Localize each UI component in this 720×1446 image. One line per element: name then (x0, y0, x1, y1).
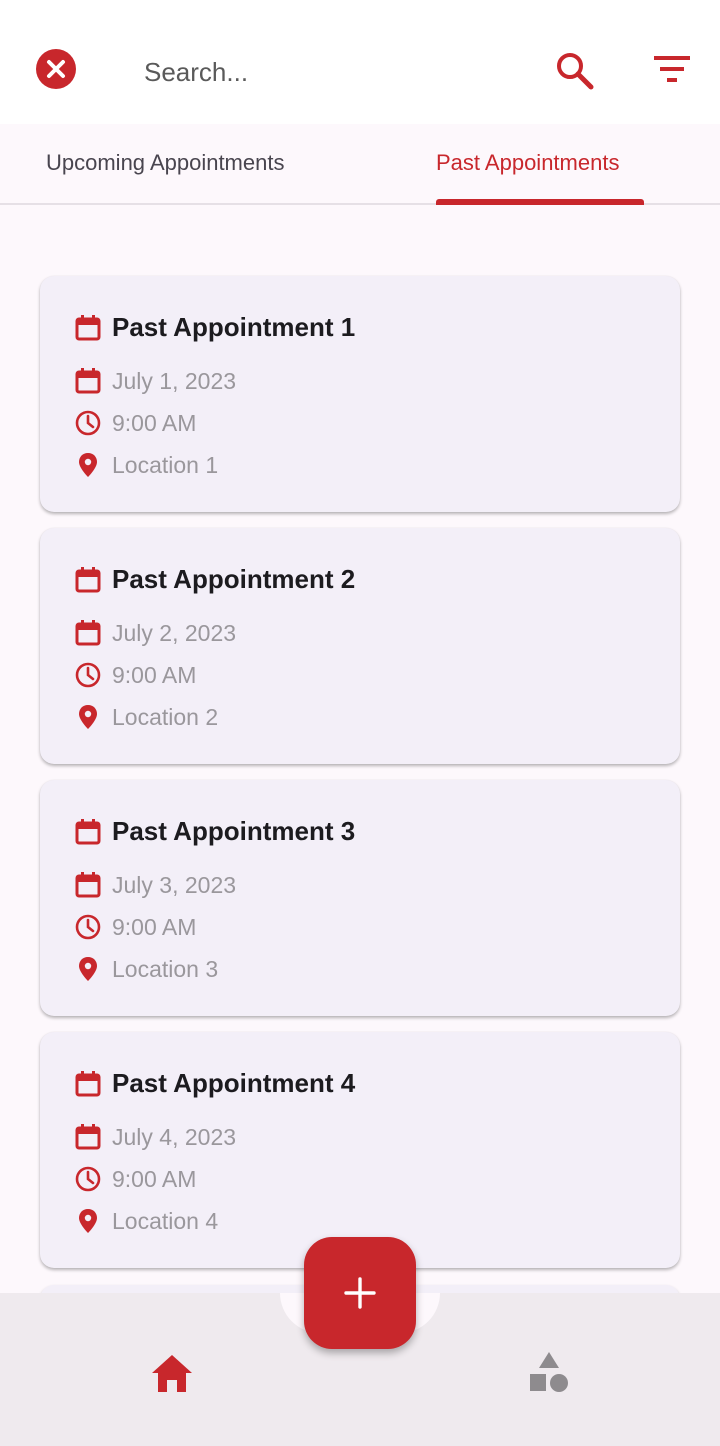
calendar-icon (74, 314, 102, 342)
close-search-button[interactable] (36, 49, 76, 89)
appointment-date-row: July 1, 2023 (74, 367, 236, 395)
search-input[interactable] (144, 52, 524, 92)
appointment-time-row: 9:00 AM (74, 409, 196, 437)
appointment-time: 9:00 AM (112, 661, 197, 688)
plus-icon (344, 1277, 376, 1309)
appointment-card[interactable]: Past Appointment 2 July 2, 2023 9:00 AM … (40, 528, 680, 764)
search-button[interactable] (554, 50, 596, 92)
appointment-location-row: Location 4 (74, 1207, 218, 1235)
nav-home-button[interactable] (148, 1352, 196, 1396)
appointment-time: 9:00 AM (112, 409, 197, 436)
appointment-location: Location 4 (112, 1207, 219, 1234)
clock-icon (74, 409, 102, 437)
appointment-date-row: July 3, 2023 (74, 871, 236, 899)
shapes-icon (530, 1352, 568, 1392)
home-icon (152, 1355, 192, 1392)
calendar-icon (74, 619, 102, 647)
appointment-date: July 2, 2023 (112, 619, 237, 646)
appointment-card[interactable]: Past Appointment 1 July 1, 2023 9:00 AM … (40, 276, 680, 512)
appointment-title-row: Past Appointment 1 (74, 312, 355, 343)
appointment-title: Past Appointment 1 (112, 312, 356, 342)
appointment-card[interactable]: Past Appointment 3 July 3, 2023 9:00 AM … (40, 780, 680, 1016)
appointment-title: Past Appointment 3 (112, 816, 356, 846)
calendar-icon (74, 1070, 102, 1098)
appointment-location-row: Location 3 (74, 955, 218, 983)
clock-icon (74, 913, 102, 941)
filter-button[interactable] (652, 52, 692, 88)
search-icon (557, 53, 594, 90)
active-tab-indicator (436, 199, 644, 205)
calendar-icon (74, 1123, 102, 1151)
appointment-tabs: Upcoming Appointments Past Appointments (0, 124, 720, 205)
nav-shapes-button[interactable] (526, 1350, 572, 1396)
appointment-date-row: July 2, 2023 (74, 619, 236, 647)
appointment-title: Past Appointment 2 (112, 564, 356, 594)
appointment-time-row: 9:00 AM (74, 1165, 196, 1193)
appointment-time: 9:00 AM (112, 913, 197, 940)
appointment-time-row: 9:00 AM (74, 913, 196, 941)
clock-icon (74, 1165, 102, 1193)
location-pin-icon (74, 1207, 102, 1235)
appointment-title-row: Past Appointment 2 (74, 564, 355, 595)
search-bar (0, 0, 720, 124)
appointment-date: July 4, 2023 (112, 1123, 237, 1150)
appointment-time-row: 9:00 AM (74, 661, 196, 689)
appointment-location-row: Location 2 (74, 703, 218, 731)
filter-icon (654, 56, 690, 82)
clock-icon (74, 661, 102, 689)
calendar-icon (74, 566, 102, 594)
appointment-title-row: Past Appointment 4 (74, 1068, 355, 1099)
appointment-location-row: Location 1 (74, 451, 218, 479)
calendar-icon (74, 818, 102, 846)
appointment-location: Location 1 (112, 451, 219, 478)
close-icon (47, 60, 65, 78)
appointment-time: 9:00 AM (112, 1165, 197, 1192)
tab-upcoming-appointments[interactable]: Upcoming Appointments (46, 150, 284, 176)
appointment-title: Past Appointment 4 (112, 1068, 356, 1098)
appointment-location: Location 3 (112, 955, 219, 982)
tab-past-appointments[interactable]: Past Appointments (436, 150, 619, 176)
location-pin-icon (74, 955, 102, 983)
appointment-date-row: July 4, 2023 (74, 1123, 236, 1151)
appointment-date: July 1, 2023 (112, 367, 237, 394)
appointment-card[interactable]: Past Appointment 4 July 4, 2023 9:00 AM … (40, 1032, 680, 1268)
add-appointment-button[interactable] (304, 1237, 416, 1349)
appointment-location: Location 2 (112, 703, 219, 730)
appointment-date: July 3, 2023 (112, 871, 237, 898)
calendar-icon (74, 871, 102, 899)
location-pin-icon (74, 451, 102, 479)
calendar-icon (74, 367, 102, 395)
app-screen: Upcoming Appointments Past Appointments … (0, 0, 720, 1446)
appointment-title-row: Past Appointment 3 (74, 816, 355, 847)
location-pin-icon (74, 703, 102, 731)
